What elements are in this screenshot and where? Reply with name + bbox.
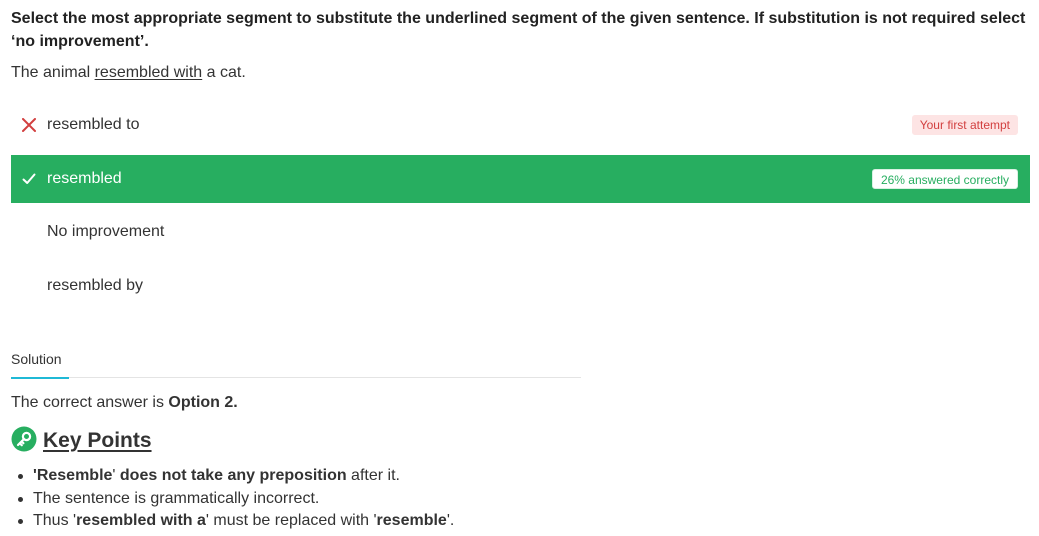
first-attempt-badge: Your first attempt bbox=[911, 115, 1018, 135]
option-label: resembled by bbox=[47, 277, 144, 294]
sentence-underlined-segment: resembled with bbox=[94, 64, 203, 81]
key-points-list: 'Resemble' does not take any preposition… bbox=[18, 465, 933, 533]
close-icon bbox=[11, 118, 47, 132]
option-2[interactable]: resembled 26% answered correctly bbox=[11, 155, 1030, 203]
option-label: No improvement bbox=[47, 223, 165, 240]
tab-active-indicator bbox=[11, 377, 69, 379]
key-points-title: Key Points bbox=[43, 429, 152, 452]
option-label: resembled bbox=[47, 170, 122, 187]
list-item: 'Resemble' does not take any preposition… bbox=[18, 465, 933, 488]
question-sentence: The animal resembled with a cat. bbox=[11, 63, 246, 83]
tab-solution[interactable]: Solution bbox=[11, 349, 69, 379]
sentence-after: a cat. bbox=[202, 64, 246, 81]
answer-prefix: The correct answer is bbox=[11, 394, 169, 411]
solution-tab-bar: Solution bbox=[11, 349, 581, 379]
correct-answer-text: The correct answer is Option 2. bbox=[11, 393, 238, 413]
check-icon bbox=[11, 173, 47, 185]
option-1[interactable]: resembled to Your first attempt bbox=[11, 101, 1030, 149]
list-item: The sentence is grammatically incorrect. bbox=[18, 488, 933, 511]
answer-value: Option 2. bbox=[168, 394, 238, 411]
list-item: Thus 'resembled with a' must be replaced… bbox=[18, 510, 933, 533]
question-text: Select the most appropriate segment to s… bbox=[11, 10, 1026, 50]
key-icon bbox=[11, 426, 37, 457]
option-label: resembled to bbox=[47, 116, 140, 133]
answered-correctly-badge: 26% answered correctly bbox=[871, 169, 1018, 189]
option-3[interactable]: No improvement bbox=[11, 208, 1030, 256]
key-points-header: Key Points bbox=[11, 426, 152, 457]
tab-solution-label: Solution bbox=[11, 351, 62, 367]
sentence-before: The animal bbox=[11, 64, 95, 81]
option-4[interactable]: resembled by bbox=[11, 262, 1030, 310]
